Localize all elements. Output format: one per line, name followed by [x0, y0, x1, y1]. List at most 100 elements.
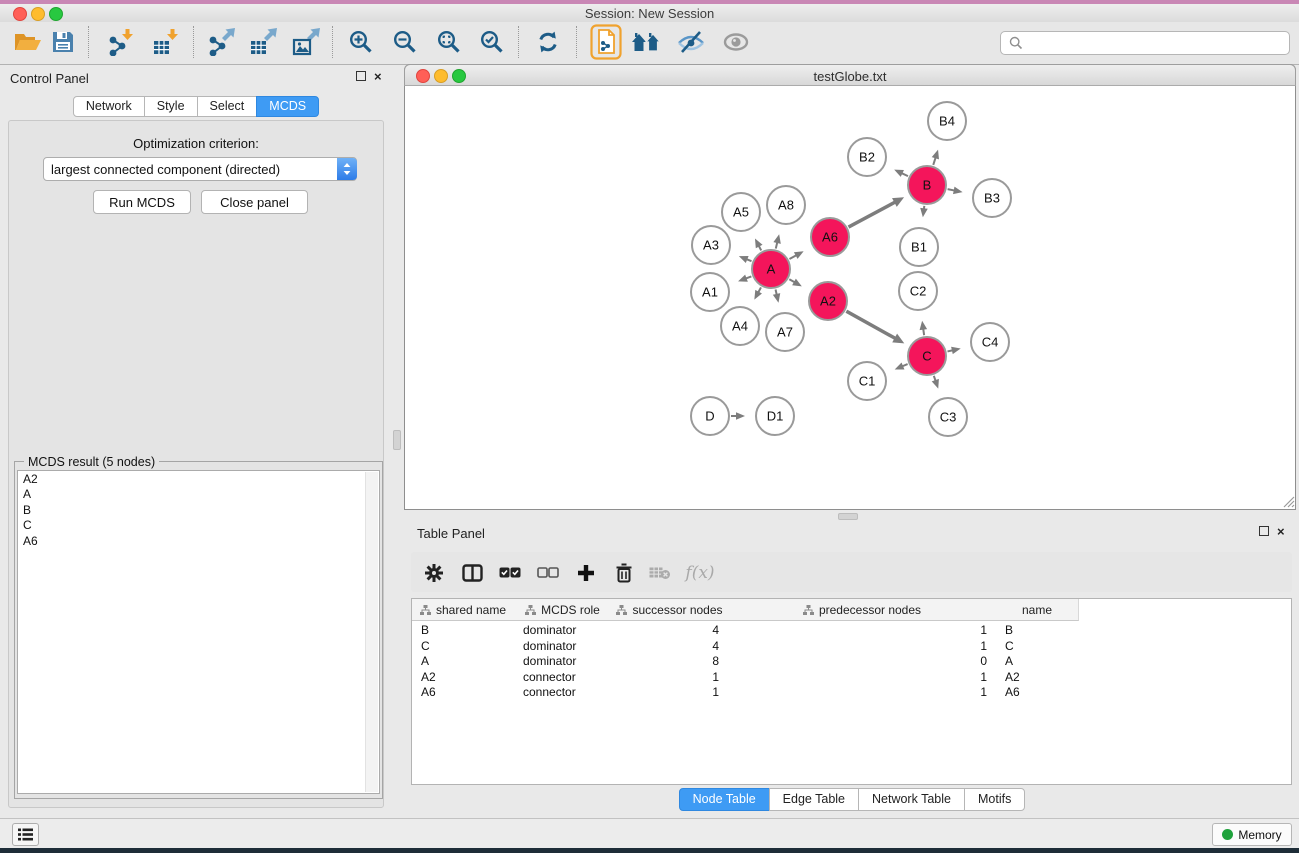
edge-A-A7[interactable] [773, 289, 780, 302]
zoom-fit-button[interactable] [432, 25, 466, 59]
edge-A-A1[interactable] [738, 275, 751, 282]
zoom-in-button[interactable] [344, 25, 378, 59]
select-all-button[interactable] [497, 561, 523, 585]
column-header-name[interactable]: name [996, 599, 1079, 621]
export-image-button[interactable] [289, 25, 323, 59]
hide-selected-button[interactable] [674, 25, 708, 59]
table-cell[interactable]: 1 [611, 685, 728, 700]
edge-A-A3[interactable] [739, 256, 752, 263]
table-cell[interactable]: C [412, 639, 514, 654]
table-cell[interactable]: B [412, 623, 514, 638]
node-A7[interactable]: A7 [766, 313, 804, 351]
table-cell[interactable]: A [996, 654, 1078, 669]
table-cell[interactable]: 0 [728, 654, 996, 669]
node-C3[interactable]: C3 [929, 398, 967, 436]
export-table-button[interactable] [246, 25, 280, 59]
node-B3[interactable]: B3 [973, 179, 1011, 217]
edge-D-D1[interactable] [731, 412, 745, 420]
node-D1[interactable]: D1 [756, 397, 794, 435]
edge-B-B4[interactable] [932, 150, 939, 165]
task-history-button[interactable] [12, 823, 39, 846]
zoom-out-button[interactable] [388, 25, 422, 59]
add-button[interactable] [573, 561, 599, 585]
table-cell[interactable]: 4 [611, 639, 728, 654]
table-cell[interactable]: connector [514, 670, 611, 685]
result-item-b[interactable]: B [18, 502, 379, 518]
result-item-a2[interactable]: A2 [18, 471, 379, 487]
node-A6[interactable]: A6 [811, 218, 849, 256]
split-divider-handle[interactable] [393, 430, 401, 450]
result-item-a[interactable]: A [18, 487, 379, 503]
table-cell[interactable]: dominator [514, 654, 611, 669]
node-B4[interactable]: B4 [928, 102, 966, 140]
node-A5[interactable]: A5 [722, 193, 760, 231]
result-scrollbar[interactable] [365, 472, 378, 792]
node-A2[interactable]: A2 [809, 282, 847, 320]
close-panel-button[interactable]: Close panel [201, 190, 308, 214]
refresh-button[interactable] [531, 25, 565, 59]
node-C4[interactable]: C4 [971, 323, 1009, 361]
node-B[interactable]: B [908, 166, 946, 204]
edge-A-A8[interactable] [773, 234, 780, 248]
table-cell[interactable]: 1 [728, 639, 996, 654]
save-session-button[interactable] [46, 25, 80, 59]
table-cell[interactable]: A2 [996, 670, 1078, 685]
open-session-button[interactable] [11, 25, 45, 59]
column-header-predecessor-nodes[interactable]: predecessor nodes [728, 599, 997, 621]
table-cell[interactable]: dominator [514, 639, 611, 654]
table-cell[interactable]: 1 [611, 670, 728, 685]
edge-B-B2[interactable] [894, 170, 908, 177]
tab-network[interactable]: Network [73, 96, 145, 117]
table-panel-close-button[interactable]: × [1277, 525, 1285, 539]
delete-button[interactable] [611, 561, 637, 585]
optimization-criterion-select[interactable]: largest connected component (directed) [43, 157, 357, 181]
edge-B-B3[interactable] [948, 187, 963, 194]
edge-C-C1[interactable] [895, 362, 908, 369]
export-network-button[interactable] [204, 25, 238, 59]
table-cell[interactable]: connector [514, 685, 611, 700]
node-A[interactable]: A [752, 250, 790, 288]
column-header-mcds-role[interactable]: MCDS role [514, 599, 612, 621]
deselect-all-button[interactable] [535, 561, 561, 585]
table-cell[interactable]: dominator [514, 623, 611, 638]
column-header-successor-nodes[interactable]: successor nodes [611, 599, 729, 621]
run-mcds-button[interactable]: Run MCDS [93, 190, 191, 214]
search-input[interactable] [1027, 33, 1289, 53]
table-cell[interactable]: 1 [728, 670, 996, 685]
edge-C-C3[interactable] [932, 376, 939, 389]
table-cell[interactable]: 1 [728, 685, 996, 700]
network-graph-canvas[interactable]: B4B2BB3A8A5A6A3B1AC2A1A2A4A7C4CC1C3DD1 [405, 87, 1295, 508]
edge-C-C2[interactable] [920, 321, 928, 335]
node-A1[interactable]: A1 [691, 273, 729, 311]
tab-select[interactable]: Select [197, 96, 258, 117]
edge-A-A4[interactable] [754, 287, 762, 299]
import-network-button[interactable] [104, 25, 138, 59]
control-panel-close-button[interactable]: × [374, 70, 382, 84]
function-builder-button[interactable]: f(x) [683, 561, 717, 585]
table-settings-button[interactable] [421, 561, 447, 585]
new-network-from-selection-button[interactable] [587, 25, 625, 59]
node-B1[interactable]: B1 [900, 228, 938, 266]
node-A3[interactable]: A3 [692, 226, 730, 264]
node-C[interactable]: C [908, 337, 946, 375]
edge-A-A5[interactable] [755, 239, 763, 251]
show-all-levels-button[interactable] [629, 25, 663, 59]
node-A8[interactable]: A8 [767, 186, 805, 224]
node-D[interactable]: D [691, 397, 729, 435]
table-cell[interactable]: 8 [611, 654, 728, 669]
tab-network-table[interactable]: Network Table [858, 788, 965, 811]
result-item-c[interactable]: C [18, 518, 379, 534]
tab-mcds[interactable]: MCDS [256, 96, 319, 117]
node-C2[interactable]: C2 [899, 272, 937, 310]
import-table-button[interactable] [149, 25, 183, 59]
zoom-selected-button[interactable] [475, 25, 509, 59]
edge-C-C4[interactable] [947, 347, 960, 354]
tab-style[interactable]: Style [144, 96, 198, 117]
table-cell[interactable]: C [996, 639, 1078, 654]
table-cell[interactable]: B [996, 623, 1078, 638]
delete-table-button[interactable] [647, 561, 673, 585]
tab-motifs[interactable]: Motifs [964, 788, 1025, 811]
node-A4[interactable]: A4 [721, 307, 759, 345]
window-resize-grip[interactable] [1282, 495, 1295, 508]
column-organize-button[interactable] [459, 561, 485, 585]
